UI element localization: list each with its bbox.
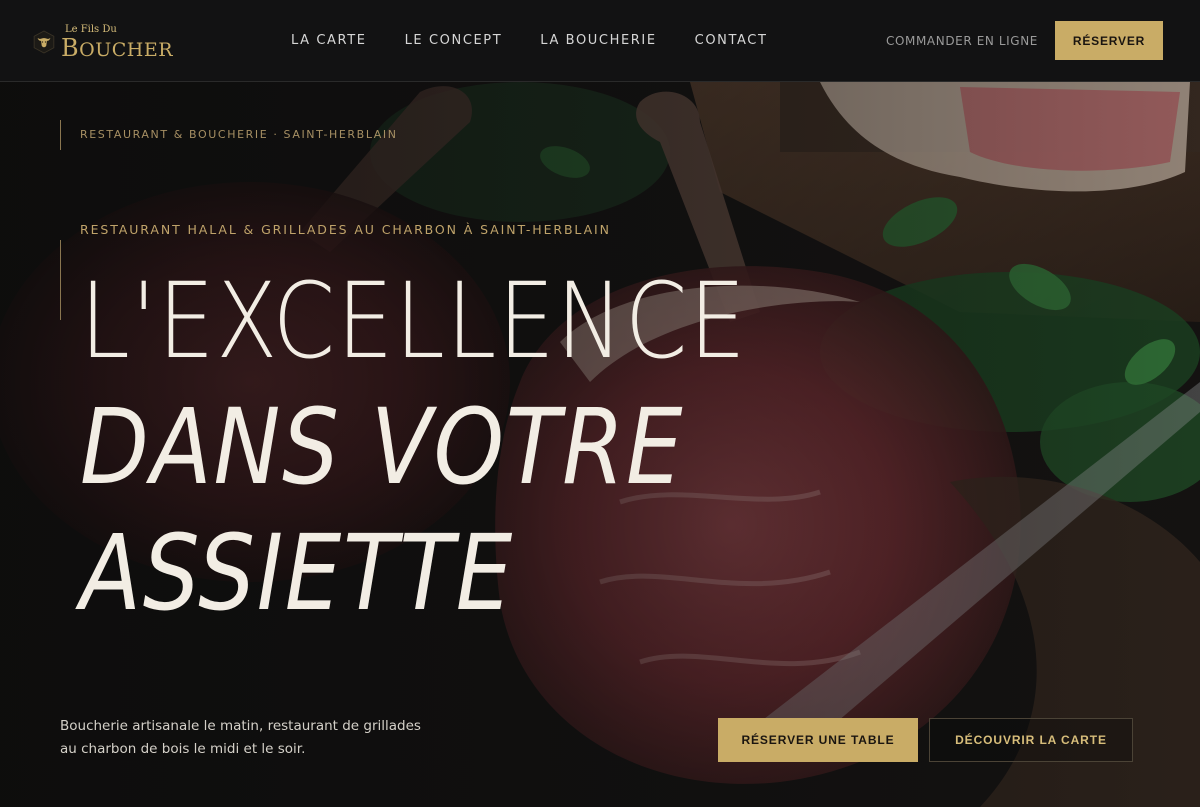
bull-head-icon xyxy=(33,30,55,54)
hero-section: RESTAURANT & BOUCHERIE · SAINT-HERBLAIN … xyxy=(0,82,1200,807)
logo-name: BOUCHER xyxy=(61,36,173,60)
nav-le-concept[interactable]: LE CONCEPT xyxy=(405,33,503,48)
hero-title: L'EXCELLENCE DANS VOTRE ASSIETTE xyxy=(80,258,854,636)
hero-title-line-3: ASSIETTE xyxy=(80,512,514,634)
order-online-link[interactable]: COMMANDER EN LIGNE xyxy=(886,34,1038,48)
site-header: Le Fils Du BOUCHER LA CARTE LE CONCEPT L… xyxy=(0,0,1200,82)
brand-wordmark: Le Fils Du BOUCHER xyxy=(61,23,173,60)
breadcrumb-divider xyxy=(60,120,61,150)
nav-la-boucherie[interactable]: LA BOUCHERIE xyxy=(540,33,656,48)
nav-la-carte[interactable]: LA CARTE xyxy=(291,33,367,48)
reserve-table-button[interactable]: RÉSERVER UNE TABLE xyxy=(718,718,918,762)
hero-description: Boucherie artisanale le matin, restauran… xyxy=(60,718,421,757)
hero-kicker: RESTAURANT HALAL & GRILLADES AU CHARBON … xyxy=(80,222,611,237)
main-nav: LA CARTE LE CONCEPT LA BOUCHERIE CONTACT xyxy=(291,33,806,48)
discover-menu-button[interactable]: DÉCOUVRIR LA CARTE xyxy=(929,718,1133,762)
breadcrumb: RESTAURANT & BOUCHERIE · SAINT-HERBLAIN xyxy=(80,128,398,141)
brand-logo[interactable]: Le Fils Du BOUCHER xyxy=(33,20,173,64)
hero-title-line-2: DANS VOTRE xyxy=(80,386,685,508)
logo-name-rest: OUCHER xyxy=(79,38,173,61)
logo-tagline: Le Fils Du xyxy=(64,23,117,35)
reserve-button[interactable]: RÉSERVER xyxy=(1055,21,1163,60)
nav-contact[interactable]: CONTACT xyxy=(695,33,768,48)
logo-initial: B xyxy=(60,33,80,62)
title-accent-line xyxy=(60,240,61,320)
hero-title-line-1: L'EXCELLENCE xyxy=(80,260,748,382)
